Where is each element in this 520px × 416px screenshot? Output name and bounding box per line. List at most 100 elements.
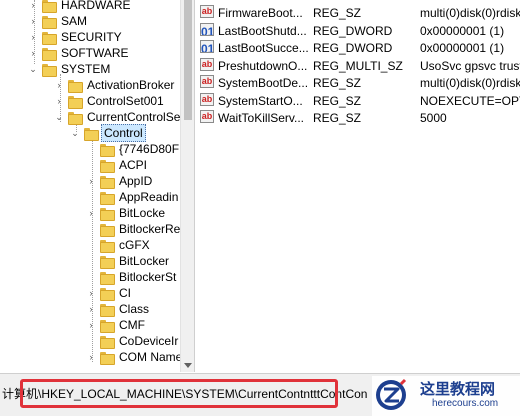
- expand-chevron-icon[interactable]: ›: [86, 205, 96, 221]
- tree-node-label: BitLocker: [119, 254, 170, 268]
- collapse-chevron-icon[interactable]: ⌄: [54, 109, 64, 125]
- folder-icon: [84, 127, 99, 141]
- tree-node[interactable]: › SAM: [28, 13, 87, 29]
- folder-icon: [68, 79, 83, 93]
- collapse-chevron-icon[interactable]: ⌄: [70, 125, 80, 141]
- folder-icon: [100, 255, 115, 269]
- registry-values-pane[interactable]: ab FirmwareBoot... REG_SZ multi(0)disk(0)rd…: [196, 0, 520, 372]
- value-name: WaitToKillServ...: [218, 111, 305, 125]
- collapse-chevron-icon[interactable]: ⌄: [28, 61, 38, 77]
- tree-node[interactable]: › SECURITY: [28, 29, 122, 45]
- tree-node[interactable]: cGFX: [86, 237, 150, 253]
- tree-node-label: Control: [101, 124, 146, 142]
- expand-chevron-icon[interactable]: ›: [28, 13, 38, 29]
- tree-node[interactable]: BitLocker: [86, 253, 169, 269]
- value-row[interactable]: 011 110 LastBootSucce... REG_DWORD 0x000000…: [196, 40, 520, 57]
- value-row[interactable]: 011 110 LastBootShutd... REG_DWORD 0x000000…: [196, 22, 520, 40]
- value-type: REG_SZ: [313, 76, 362, 90]
- watermark: 这里教程网 herecours.com: [372, 376, 520, 416]
- tree-scrollbar[interactable]: [180, 0, 195, 372]
- folder-icon: [68, 111, 83, 125]
- watermark-title: 这里教程网: [420, 380, 496, 398]
- tree-node-label: ControlSet001: [87, 94, 164, 108]
- expand-chevron-icon: [86, 189, 96, 205]
- tree-node-label: SOFTWARE: [61, 46, 129, 60]
- value-type: REG_MULTI_SZ: [313, 58, 403, 73]
- string-value-icon: ab: [200, 5, 214, 18]
- tree-node[interactable]: › SOFTWARE: [28, 45, 129, 61]
- tree-node[interactable]: › ControlSet001: [54, 93, 164, 109]
- expand-chevron-icon[interactable]: ›: [86, 285, 96, 301]
- tree-node[interactable]: {7746D80F: [86, 141, 179, 157]
- registry-tree-pane[interactable]: › HARDWARE › SAM › SECURITY › SOFTWARE ⌄ SYSTEM › A…: [0, 0, 180, 372]
- tree-node-label: AppID: [119, 174, 153, 188]
- value-row[interactable]: ab SystemStartO... REG_SZ NOEXECUTE=OPTI: [196, 92, 520, 110]
- expand-chevron-icon[interactable]: ›: [54, 77, 64, 93]
- expand-chevron-icon[interactable]: ›: [86, 173, 96, 189]
- tree-node-label: CoDeviceIr: [119, 334, 179, 348]
- tree-node[interactable]: ⌄ SYSTEM: [28, 61, 110, 77]
- tree-node[interactable]: BitlockerRes: [86, 221, 180, 237]
- tree-node[interactable]: AppReadin: [86, 189, 178, 205]
- tree-node-label: SYSTEM: [61, 62, 111, 76]
- expand-chevron-icon[interactable]: ›: [28, 0, 38, 13]
- expand-chevron-icon: [86, 253, 96, 269]
- folder-icon: [100, 271, 115, 285]
- tree-node-label: SECURITY: [61, 30, 122, 44]
- value-row[interactable]: ab WaitToKillServ... REG_SZ 5000: [196, 110, 520, 127]
- folder-icon: [100, 303, 115, 317]
- folder-icon: [100, 223, 115, 237]
- tree-node[interactable]: › ActivationBroker: [54, 77, 174, 93]
- tree-node[interactable]: › AppID: [86, 173, 152, 189]
- value-row[interactable]: ab SystemBootDe... REG_SZ multi(0)disk(0)rd…: [196, 75, 520, 92]
- value-type: REG_SZ: [313, 111, 362, 125]
- string-value-icon: ab: [200, 57, 214, 71]
- folder-icon: [100, 191, 115, 205]
- value-name: PreshutdownO...: [218, 58, 308, 73]
- value-type: REG_DWORD: [313, 23, 393, 38]
- binary-value-icon: 011 110: [200, 22, 214, 36]
- folder-icon: [42, 47, 57, 61]
- tree-node[interactable]: › COM Name: [86, 349, 180, 365]
- tree-node-label: BitLocke: [119, 206, 166, 220]
- string-value-icon: ab: [200, 75, 214, 88]
- tree-node-label: ActivationBroker: [87, 78, 175, 92]
- tree-node[interactable]: CoDeviceIr: [86, 333, 178, 349]
- value-data: NOEXECUTE=OPTI: [420, 93, 520, 108]
- folder-icon: [42, 31, 57, 45]
- tree-node[interactable]: › CI: [86, 285, 131, 301]
- folder-icon: [100, 287, 115, 301]
- expand-chevron-icon[interactable]: ›: [86, 317, 96, 333]
- watermark-url: herecours.com: [432, 398, 499, 409]
- tree-node[interactable]: › HARDWARE: [28, 0, 131, 13]
- expand-chevron-icon: [86, 141, 96, 157]
- binary-value-icon: 011 110: [200, 40, 214, 53]
- scrollbar-thumb[interactable]: [184, 0, 192, 120]
- value-data: 0x00000001 (1): [420, 41, 505, 55]
- folder-icon: [100, 159, 115, 173]
- tree-node[interactable]: › Class: [86, 301, 149, 317]
- expand-chevron-icon[interactable]: ›: [54, 93, 64, 109]
- expand-chevron-icon[interactable]: ›: [86, 349, 96, 365]
- folder-icon: [100, 143, 115, 157]
- expand-chevron-icon[interactable]: ›: [28, 29, 38, 45]
- tree-node[interactable]: › BitLocke: [86, 205, 165, 221]
- tree-node-label: CurrentControlSe: [87, 110, 180, 124]
- tree-node[interactable]: ACPI: [86, 157, 147, 173]
- tree-node-label: Class: [119, 302, 150, 316]
- value-type: REG_DWORD: [313, 41, 393, 55]
- value-data: 5000: [420, 111, 447, 125]
- tree-node[interactable]: BitlockerSt: [86, 269, 176, 285]
- folder-icon: [100, 319, 115, 333]
- tree-node-label: COM Name: [119, 350, 180, 364]
- expand-chevron-icon[interactable]: ›: [28, 45, 38, 61]
- tree-node[interactable]: ⌄ Control: [70, 124, 146, 142]
- tree-node[interactable]: ⌄ CurrentControlSe: [54, 109, 180, 125]
- tree-node[interactable]: › CMF: [86, 317, 145, 333]
- string-value-icon: ab: [200, 110, 214, 123]
- expand-chevron-icon[interactable]: ›: [86, 301, 96, 317]
- value-row[interactable]: ab PreshutdownO... REG_MULTI_SZ UsoSvc gpsv…: [196, 57, 520, 75]
- scroll-down-arrow-icon[interactable]: [184, 363, 192, 368]
- value-row[interactable]: ab FirmwareBoot... REG_SZ multi(0)disk(0)rd…: [196, 5, 520, 22]
- folder-icon: [42, 15, 57, 29]
